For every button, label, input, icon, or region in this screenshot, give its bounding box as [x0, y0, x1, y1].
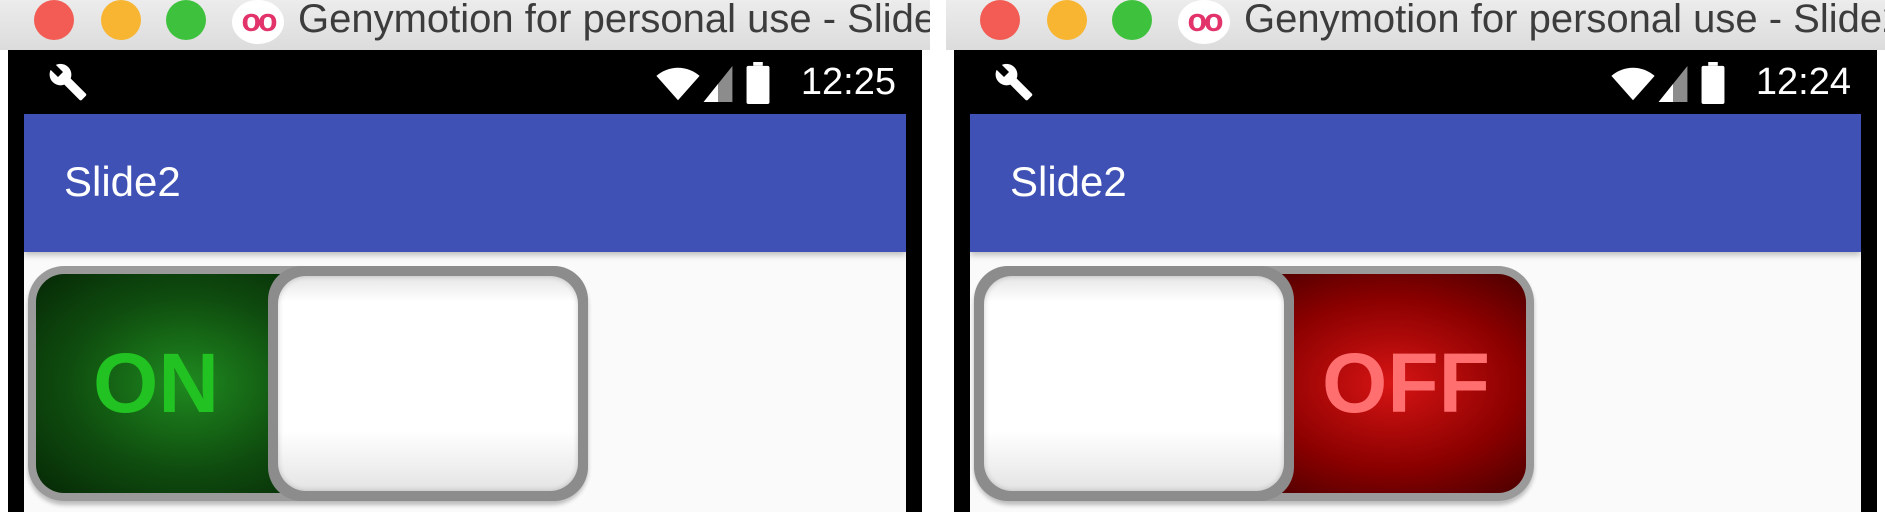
status-bar: 12:25: [8, 50, 922, 114]
device-frame: 12:24 Slide2 OFF: [954, 50, 1877, 512]
window-titlebar: oo Genymotion for personal use - Slide2: [0, 0, 930, 50]
app-screen: Slide2 OFF: [970, 114, 1861, 512]
cell-signal-icon: [703, 66, 733, 102]
switch-thumb-face: [278, 276, 578, 491]
status-bar-clock: 12:24: [1755, 61, 1851, 103]
battery-icon: [746, 62, 770, 104]
switch-thumb[interactable]: [974, 266, 1294, 501]
window-title: Genymotion for personal use - Slide2: [1244, 0, 1885, 41]
emulator-window-right: oo Genymotion for personal use - Slide2 …: [946, 0, 1885, 512]
close-window-button[interactable]: [34, 0, 74, 40]
device-frame: 12:25 Slide2 ON: [8, 50, 922, 512]
window-title: Genymotion for personal use - Slide2: [298, 0, 930, 41]
wifi-icon: [1611, 67, 1655, 101]
genymotion-logo-icon: oo: [1178, 0, 1230, 44]
switch-thumb[interactable]: [268, 266, 588, 501]
emulator-window-left: oo Genymotion for personal use - Slide2 …: [0, 0, 930, 512]
toggle-switch-on[interactable]: ON: [28, 266, 588, 501]
switch-state-label: ON: [93, 336, 219, 430]
close-window-button[interactable]: [980, 0, 1020, 40]
app-toolbar: Slide2: [24, 114, 906, 252]
maximize-window-button[interactable]: [166, 0, 206, 40]
battery-icon: [1701, 62, 1725, 104]
wrench-icon: [995, 63, 1033, 101]
window-titlebar: oo Genymotion for personal use - Slide2: [946, 0, 1885, 50]
genymotion-logo-icon: oo: [232, 0, 284, 44]
maximize-window-button[interactable]: [1112, 0, 1152, 40]
toggle-switch-off[interactable]: OFF: [974, 266, 1534, 501]
wifi-icon: [656, 67, 700, 101]
minimize-window-button[interactable]: [1047, 0, 1087, 40]
app-screen: Slide2 ON: [24, 114, 906, 512]
status-bar: 12:24: [954, 50, 1877, 114]
app-title: Slide2: [64, 158, 181, 205]
app-title: Slide2: [1010, 158, 1127, 205]
status-bar-clock: 12:25: [800, 61, 896, 103]
switch-thumb-face: [984, 276, 1284, 491]
cell-signal-icon: [1658, 66, 1688, 102]
wrench-icon: [49, 63, 87, 101]
app-toolbar: Slide2: [970, 114, 1861, 252]
switch-state-label: OFF: [1322, 336, 1490, 430]
minimize-window-button[interactable]: [101, 0, 141, 40]
